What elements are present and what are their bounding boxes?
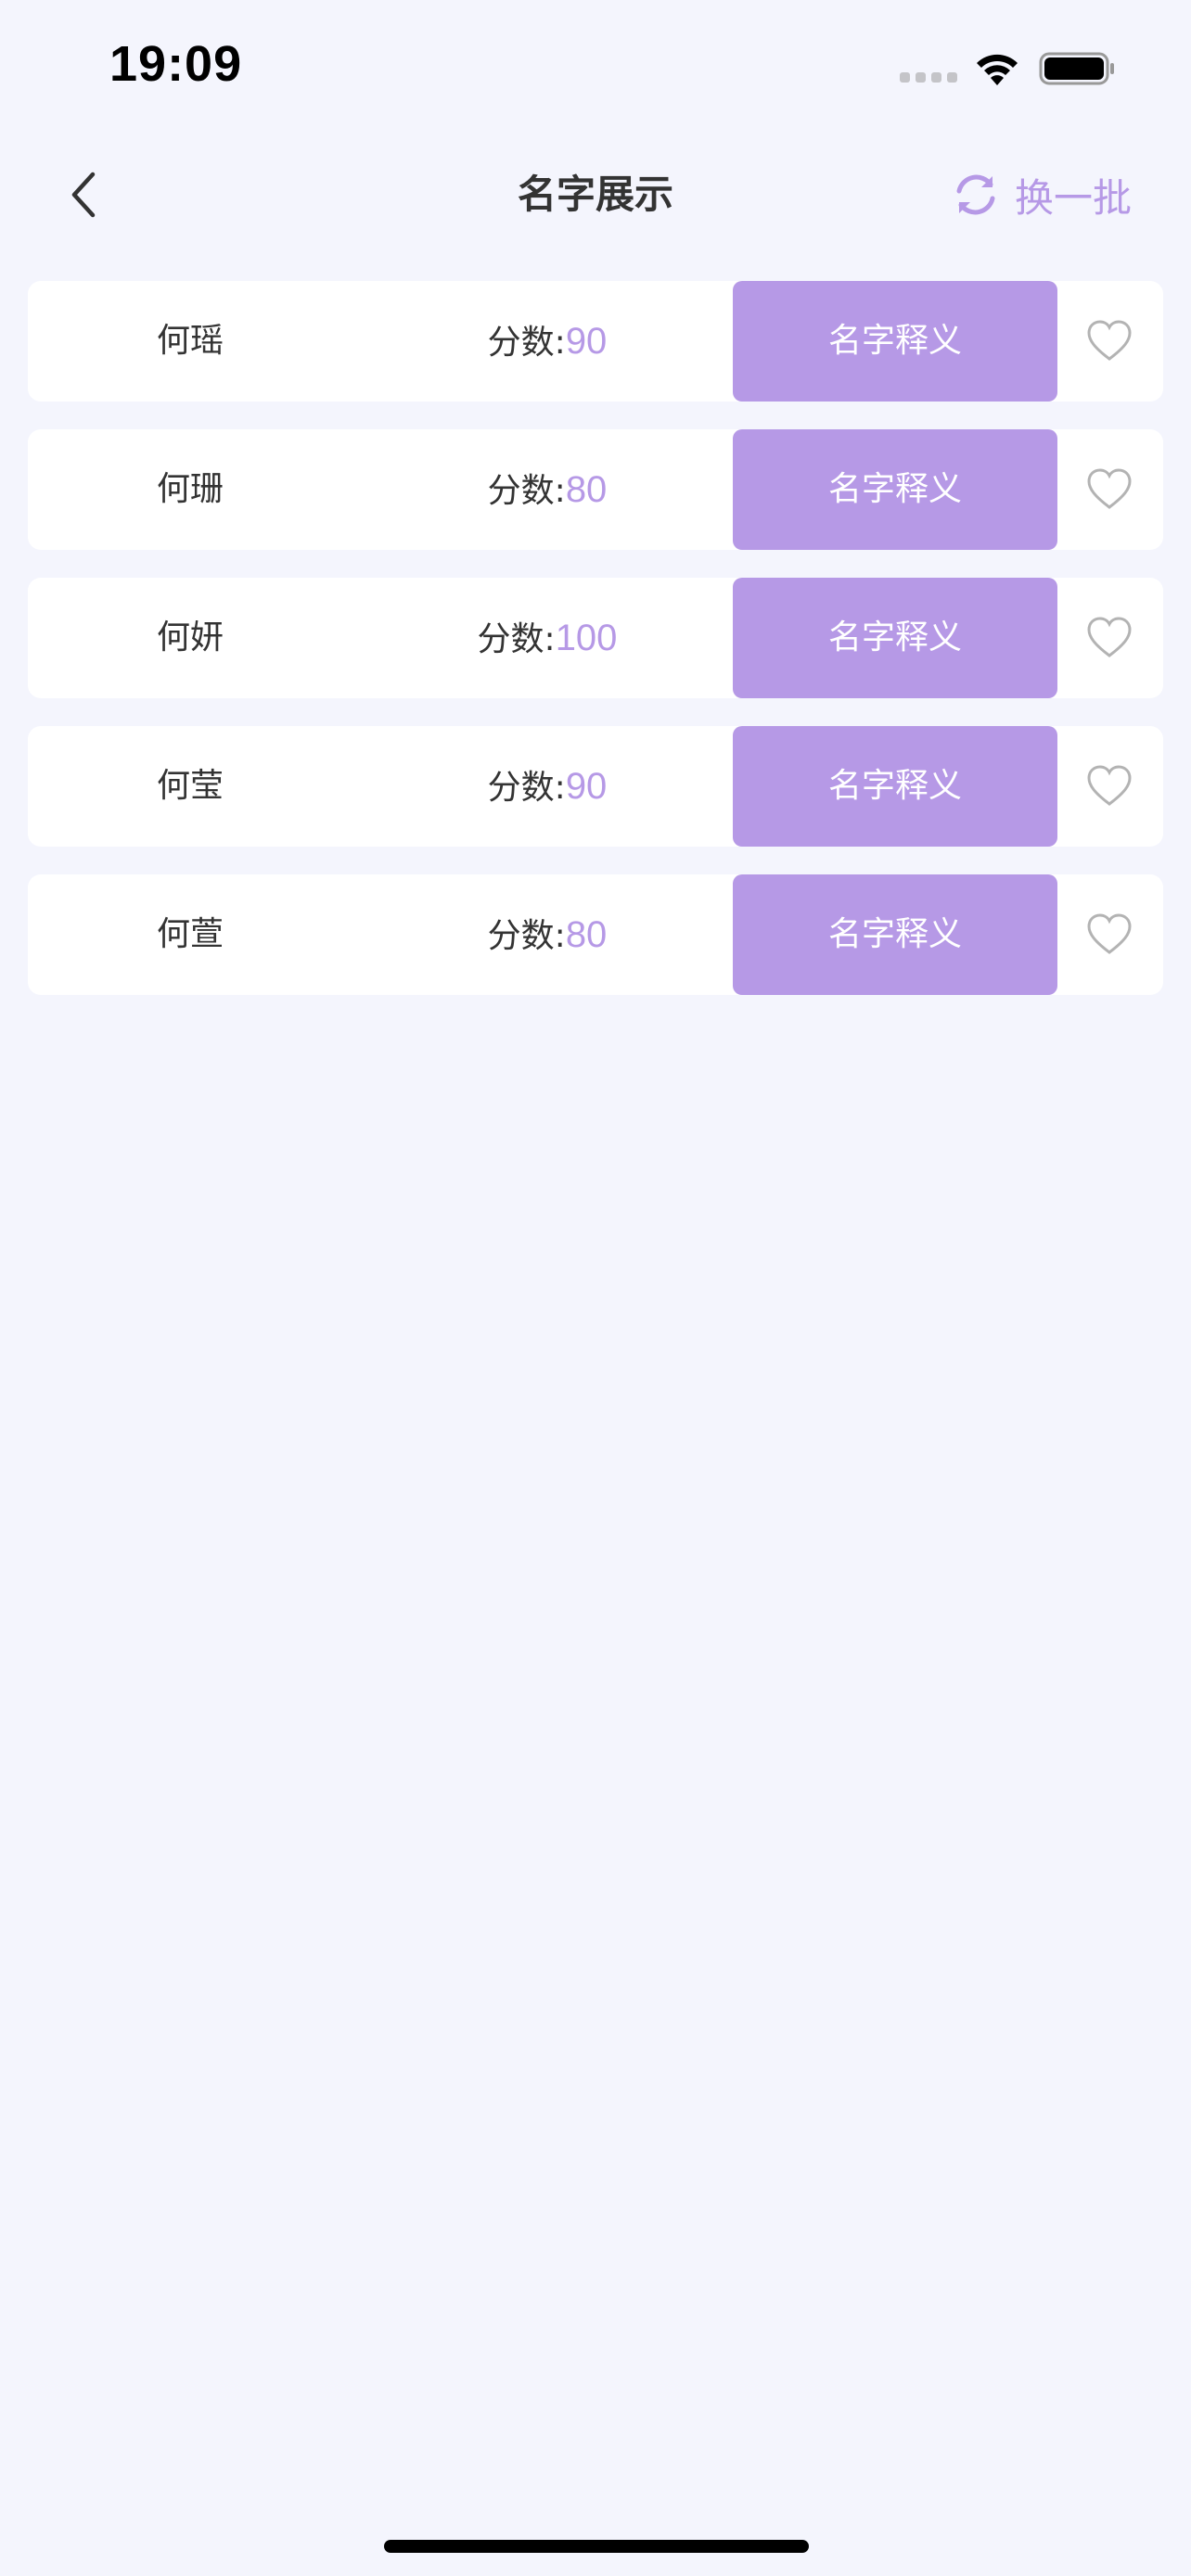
name-meaning-button[interactable]: 名字释义 bbox=[733, 429, 1057, 550]
name-list: 何瑶 分数:90 名字释义 何珊 分数:80 名字释义 何妍 分数:100 名字… bbox=[28, 281, 1163, 1023]
refresh-batch-button[interactable]: 换一批 bbox=[950, 167, 1132, 223]
name-text: 何瑶 bbox=[156, 322, 224, 360]
name-meaning-button[interactable]: 名字释义 bbox=[733, 578, 1057, 698]
home-indicator[interactable] bbox=[384, 2540, 809, 2553]
score: 分数:80 bbox=[427, 874, 668, 995]
name-card: 何妍 分数:100 名字释义 bbox=[28, 578, 1163, 698]
score-value: 80 bbox=[565, 914, 608, 955]
score-label: 分数: bbox=[487, 324, 566, 362]
score: 分数:90 bbox=[427, 281, 668, 402]
status-time: 19:09 bbox=[109, 36, 243, 92]
battery-icon bbox=[1039, 48, 1117, 87]
name-meaning-button[interactable]: 名字释义 bbox=[733, 281, 1057, 402]
heart-icon[interactable] bbox=[1083, 315, 1135, 367]
refresh-label: 换一批 bbox=[1014, 174, 1132, 221]
heart-icon[interactable] bbox=[1083, 909, 1135, 961]
name-card: 何莹 分数:90 名字释义 bbox=[28, 726, 1163, 847]
score-label: 分数: bbox=[487, 769, 566, 807]
chevron-left-icon bbox=[71, 172, 96, 218]
name-meaning-button[interactable]: 名字释义 bbox=[733, 874, 1057, 995]
score-value: 90 bbox=[565, 321, 608, 362]
refresh-icon bbox=[950, 169, 1002, 221]
score-label: 分数: bbox=[477, 620, 556, 658]
name-meaning-button[interactable]: 名字释义 bbox=[733, 726, 1057, 847]
score: 分数:80 bbox=[427, 429, 668, 550]
name-text: 何莹 bbox=[156, 767, 224, 805]
status-bar: 19:09 bbox=[0, 0, 1191, 130]
wifi-icon bbox=[972, 48, 1022, 87]
heart-icon[interactable] bbox=[1083, 464, 1135, 516]
name-card: 何瑶 分数:90 名字释义 bbox=[28, 281, 1163, 402]
score-value: 100 bbox=[555, 618, 618, 658]
name-card: 何珊 分数:80 名字释义 bbox=[28, 429, 1163, 550]
cellular-signal-icon bbox=[900, 72, 957, 85]
score: 分数:90 bbox=[427, 726, 668, 847]
back-button[interactable] bbox=[56, 167, 111, 223]
name-text: 何妍 bbox=[156, 618, 224, 657]
heart-icon[interactable] bbox=[1083, 760, 1135, 812]
name-card: 何萱 分数:80 名字释义 bbox=[28, 874, 1163, 995]
name-text: 何萱 bbox=[156, 915, 224, 953]
score-label: 分数: bbox=[487, 472, 566, 510]
score-value: 80 bbox=[565, 469, 608, 510]
score-label: 分数: bbox=[487, 917, 566, 955]
name-text: 何珊 bbox=[156, 470, 224, 508]
score: 分数:100 bbox=[427, 578, 668, 698]
score-value: 90 bbox=[565, 766, 608, 807]
heart-icon[interactable] bbox=[1083, 612, 1135, 664]
navigation-bar: 名字展示 换一批 bbox=[0, 130, 1191, 260]
